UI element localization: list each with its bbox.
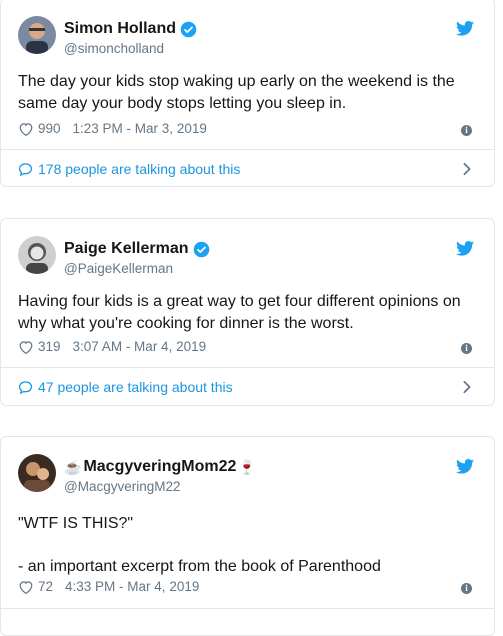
author-name-line[interactable]: Simon Holland — [64, 20, 197, 38]
coffee-emoji: ☕ — [64, 458, 82, 475]
conversation-link[interactable]: 47 people are talking about this — [18, 379, 233, 395]
divider — [1, 149, 494, 150]
author-handle[interactable]: @simoncholland — [64, 41, 164, 56]
conversation-label[interactable]: 47 people are talking about this — [38, 379, 233, 395]
avatar[interactable] — [18, 236, 56, 274]
tweet-card[interactable]: Paige Kellerman @PaigeKellerman Having f… — [0, 218, 495, 406]
timestamp[interactable]: 3:07 AM - Mar 4, 2019 — [73, 339, 207, 354]
tweet-text: The day your kids stop waking up early o… — [18, 73, 455, 112]
author-name-line[interactable]: ☕ MacgyveringMom22 🍷 — [64, 458, 256, 476]
chevron-right-icon[interactable] — [462, 380, 472, 394]
author-name-line[interactable]: Paige Kellerman — [64, 240, 210, 258]
verified-badge-icon — [193, 241, 209, 257]
timestamp[interactable]: 1:23 PM - Mar 3, 2019 — [73, 121, 207, 136]
conversation-link[interactable]: 178 people are talking about this — [18, 161, 240, 177]
author-name[interactable]: Paige Kellerman — [64, 240, 189, 258]
author-name[interactable]: MacgyveringMom22 — [83, 458, 236, 476]
avatar-image — [18, 236, 56, 274]
tweet-text: "WTF IS THIS?" - an important excerpt fr… — [18, 515, 381, 575]
verified-badge-icon — [180, 21, 197, 37]
avatar[interactable] — [18, 454, 56, 492]
divider — [1, 608, 494, 609]
author-name[interactable]: Simon Holland — [64, 20, 176, 38]
tweet-meta: 72 4:33 PM - Mar 4, 2019 — [18, 579, 199, 594]
heart-icon[interactable] — [18, 340, 34, 354]
twitter-bird-icon[interactable] — [456, 21, 474, 36]
chevron-right-icon[interactable] — [462, 162, 472, 176]
twitter-bird-icon[interactable] — [456, 459, 474, 474]
speech-bubble-icon — [18, 162, 33, 176]
avatar[interactable] — [18, 16, 56, 54]
wine-emoji: 🍷 — [238, 458, 256, 475]
author-handle[interactable]: @MacgyveringM22 — [64, 479, 181, 494]
tweet-text: Having four kids is a great way to get f… — [18, 293, 461, 332]
timestamp[interactable]: 4:33 PM - Mar 4, 2019 — [65, 579, 199, 594]
divider — [1, 367, 494, 368]
heart-icon[interactable] — [18, 122, 34, 136]
conversation-label[interactable]: 178 people are talking about this — [38, 161, 240, 177]
like-count[interactable]: 990 — [38, 121, 61, 136]
speech-bubble-icon — [18, 380, 33, 394]
tweet-meta: 319 3:07 AM - Mar 4, 2019 — [18, 339, 206, 354]
like-count[interactable]: 319 — [38, 339, 61, 354]
author-handle[interactable]: @PaigeKellerman — [64, 261, 173, 276]
tweet-card[interactable]: Simon Holland @simoncholland The day you… — [0, 0, 495, 187]
like-count[interactable]: 72 — [38, 579, 53, 594]
avatar-image — [18, 16, 56, 54]
avatar-image — [18, 454, 56, 492]
info-icon[interactable]: i — [461, 583, 472, 594]
twitter-bird-icon[interactable] — [456, 241, 474, 256]
info-icon[interactable]: i — [461, 125, 472, 136]
info-icon[interactable]: i — [461, 343, 472, 354]
tweet-meta: 990 1:23 PM - Mar 3, 2019 — [18, 121, 207, 136]
heart-icon[interactable] — [18, 580, 34, 594]
tweet-card[interactable]: ☕ MacgyveringMom22 🍷 @MacgyveringM22 "WT… — [0, 436, 495, 636]
